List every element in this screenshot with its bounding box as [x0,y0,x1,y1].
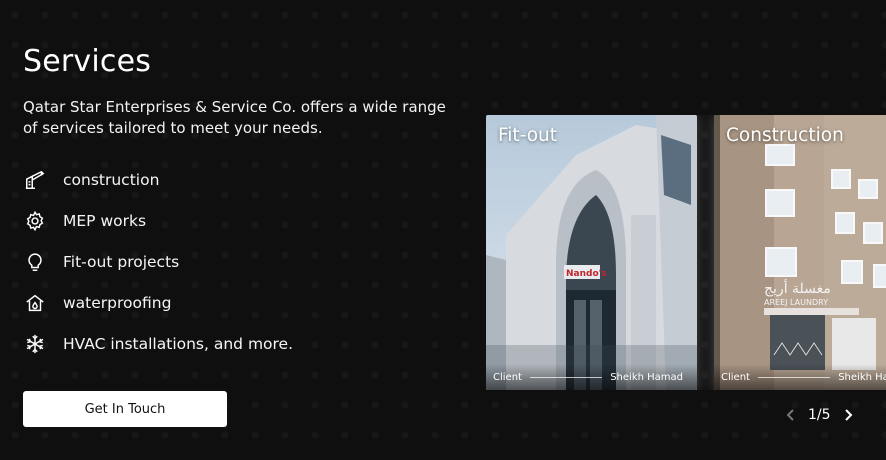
service-label: MEP works [63,211,147,230]
project-card-construction[interactable]: مغسلة أريج AREEJ LAUNDRY Construction Cl… [714,115,886,390]
svg-text:Nando's: Nando's [566,269,607,279]
services-list: construction MEP works Fit-out projects … [23,159,453,364]
service-item-waterproofing: waterproofing [23,282,453,323]
services-intro: Services Qatar Star Enterprises & Servic… [23,44,453,364]
card-footer: Client Sheikh Hamad [486,364,697,390]
section-title: Services [23,44,152,79]
service-item-fitout: Fit-out projects [23,241,453,282]
service-item-mep: MEP works [23,200,453,241]
divider-line [529,376,603,378]
service-item-construction: construction [23,159,453,200]
service-label: Fit-out projects [63,252,180,271]
house-drop-icon [23,291,47,315]
service-item-hvac: HVAC installations, and more. [23,323,453,364]
client-label: Client [721,371,750,383]
building-photo: Nando's [486,115,697,390]
projects-carousel: Nando's Fit-out Client Sheikh Hamad مغسل… [486,115,886,390]
service-label: HVAC installations, and more. [63,334,294,353]
card-title: Fit-out [498,125,558,146]
service-label: waterproofing [63,293,172,312]
lightbulb-icon [23,250,47,274]
svg-text:مغسلة أريج: مغسلة أريج [764,279,831,297]
project-card-fitout[interactable]: Nando's Fit-out Client Sheikh Hamad [486,115,697,390]
snowflake-icon [23,332,47,356]
crane-icon [23,168,47,192]
card-title: Construction [726,125,844,146]
card-footer: Client Sheikh Hamad [714,364,886,390]
chevron-right-icon[interactable] [837,404,859,426]
service-label: construction [63,170,160,189]
building-photo: مغسلة أريج AREEJ LAUNDRY [714,115,886,390]
chevron-left-icon[interactable] [780,404,802,426]
divider-line [757,376,831,378]
page-counter: 1/5 [808,407,831,423]
get-in-touch-button[interactable]: Get In Touch [23,391,227,427]
svg-text:AREEJ LAUNDRY: AREEJ LAUNDRY [764,298,828,307]
carousel-pager: 1/5 [780,403,859,427]
gear-icon [23,209,47,233]
client-label: Client [493,371,522,383]
client-name: Sheikh Hamad [610,371,683,383]
client-name: Sheikh Hamad [838,371,886,383]
section-description: Qatar Star Enterprises & Service Co. off… [23,98,446,137]
